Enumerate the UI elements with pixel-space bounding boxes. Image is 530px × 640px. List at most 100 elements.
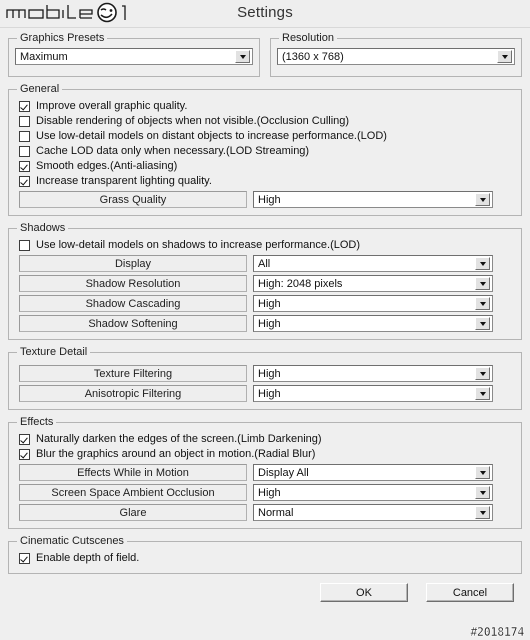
setting-value-dropdown[interactable]: High [253, 365, 493, 382]
resolution-dropdown[interactable]: (1360 x 768) [277, 48, 515, 65]
setting-value: High [258, 193, 281, 206]
chevron-down-icon[interactable] [475, 367, 490, 380]
setting-row: Grass Quality High [19, 191, 515, 208]
checkbox-row[interactable]: Blur the graphics around an object in mo… [19, 447, 515, 461]
checkbox-checked-icon[interactable] [19, 433, 30, 445]
checkbox-checked-icon[interactable] [19, 552, 30, 564]
chevron-down-icon[interactable] [497, 50, 512, 63]
setting-value-dropdown[interactable]: High [253, 484, 493, 501]
setting-value-dropdown[interactable]: All [253, 255, 493, 272]
group-label-effects: Effects [20, 416, 54, 428]
group-label-shadows: Shadows [20, 222, 66, 234]
setting-value: High [258, 486, 281, 499]
checkbox-label: Blur the graphics around an object in mo… [36, 448, 316, 460]
checkbox-unchecked-icon[interactable] [19, 239, 30, 251]
settings-dialog: Graphics Presets Maximum Resolution (136… [0, 32, 530, 602]
cancel-button[interactable]: Cancel [426, 583, 514, 602]
chevron-down-icon[interactable] [235, 50, 250, 63]
setting-row: Glare Normal [19, 504, 515, 521]
checkbox-label: Disable rendering of objects when not vi… [36, 115, 350, 127]
checkbox-label: Cache LOD data only when necessary.(LOD … [36, 145, 310, 157]
dialog-button-bar: OK Cancel [8, 583, 514, 602]
setting-value: High: 2048 pixels [258, 277, 343, 290]
checkbox-row[interactable]: Disable rendering of objects when not vi… [19, 114, 515, 128]
setting-value-dropdown[interactable]: Normal [253, 504, 493, 521]
setting-name-field: Shadow Cascading [19, 295, 247, 312]
setting-name-field: Screen Space Ambient Occlusion [19, 484, 247, 501]
checkbox-label: Use low-detail models on distant objects… [36, 130, 387, 142]
group-label-cinematic-cutscenes: Cinematic Cutscenes [20, 535, 124, 547]
checkbox-label: Naturally darken the edges of the screen… [36, 433, 322, 445]
setting-value: Normal [258, 506, 294, 519]
setting-value-dropdown[interactable]: High [253, 385, 493, 402]
setting-value: High [258, 387, 281, 400]
effects-checkbox-list: Naturally darken the edges of the screen… [15, 432, 515, 461]
setting-name-field: Display [19, 255, 247, 272]
chevron-down-icon[interactable] [475, 387, 490, 400]
checkbox-row[interactable]: Increase transparent lighting quality. [19, 174, 515, 188]
setting-value-dropdown[interactable]: High [253, 191, 493, 208]
effects-row-list: Effects While in Motion Display All Screen… [15, 464, 515, 521]
checkbox-label: Improve overall graphic quality. [36, 100, 188, 112]
setting-name-field: Texture Filtering [19, 365, 247, 382]
checkbox-row[interactable]: Smooth edges.(Anti-aliasing) [19, 159, 515, 173]
group-resolution: Resolution (1360 x 768) [270, 32, 522, 77]
setting-name-field: Shadow Softening [19, 315, 247, 332]
checkbox-checked-icon[interactable] [19, 100, 30, 112]
setting-value: All [258, 257, 271, 270]
chevron-down-icon[interactable] [475, 317, 490, 330]
checkbox-unchecked-icon[interactable] [19, 130, 30, 142]
texture-detail-row-list: Texture Filtering High Anisotropic Filteri… [15, 365, 515, 402]
group-general: General Improve overall graphic quality.… [8, 83, 522, 216]
checkbox-checked-icon[interactable] [19, 160, 30, 172]
checkbox-label: Use low-detail models on shadows to incr… [36, 239, 361, 251]
chevron-down-icon[interactable] [475, 506, 490, 519]
setting-value-dropdown[interactable]: Display All [253, 464, 493, 481]
chevron-down-icon[interactable] [475, 257, 490, 270]
setting-row: Screen Space Ambient Occlusion High [19, 484, 515, 501]
graphics-presets-dropdown[interactable]: Maximum [15, 48, 253, 65]
chevron-down-icon[interactable] [475, 277, 490, 290]
chevron-down-icon[interactable] [475, 297, 490, 310]
checkbox-label: Increase transparent lighting quality. [36, 175, 212, 187]
checkbox-row[interactable]: Use low-detail models on shadows to incr… [19, 238, 515, 252]
setting-row: Display All [19, 255, 515, 272]
checkbox-row[interactable]: Improve overall graphic quality. [19, 99, 515, 113]
general-checkbox-list: Improve overall graphic quality. Disable … [15, 99, 515, 188]
checkbox-unchecked-icon[interactable] [19, 145, 30, 157]
setting-value-dropdown[interactable]: High [253, 315, 493, 332]
cinematic-checkbox-list: Enable depth of field. [15, 551, 515, 565]
setting-row: Shadow Cascading High [19, 295, 515, 312]
setting-value: Display All [258, 466, 309, 479]
setting-value-dropdown[interactable]: High: 2048 pixels [253, 275, 493, 292]
ok-button[interactable]: OK [320, 583, 408, 602]
checkbox-row[interactable]: Cache LOD data only when necessary.(LOD … [19, 144, 515, 158]
group-shadows: Shadows Use low-detail models on shadows… [8, 222, 522, 340]
group-label-resolution: Resolution [282, 32, 334, 44]
setting-value: High [258, 317, 281, 330]
setting-value: High [258, 367, 281, 380]
checkbox-checked-icon[interactable] [19, 175, 30, 187]
group-label-general: General [20, 83, 60, 95]
setting-name-field: Effects While in Motion [19, 464, 247, 481]
checkbox-row[interactable]: Use low-detail models on distant objects… [19, 129, 515, 143]
chevron-down-icon[interactable] [475, 466, 490, 479]
resolution-value: (1360 x 768) [282, 50, 344, 63]
checkbox-row[interactable]: Naturally darken the edges of the screen… [19, 432, 515, 446]
graphics-presets-value: Maximum [20, 50, 68, 63]
setting-value-dropdown[interactable]: High [253, 295, 493, 312]
top-settings-row: Graphics Presets Maximum Resolution (136… [8, 32, 522, 83]
setting-row: Shadow Resolution High: 2048 pixels [19, 275, 515, 292]
setting-value: High [258, 297, 281, 310]
general-row-list: Grass Quality High [15, 191, 515, 208]
chevron-down-icon[interactable] [475, 193, 490, 206]
checkbox-label: Enable depth of field. [36, 552, 140, 564]
checkbox-row[interactable]: Enable depth of field. [19, 551, 515, 565]
chevron-down-icon[interactable] [475, 486, 490, 499]
setting-row: Texture Filtering High [19, 365, 515, 382]
setting-name-field: Shadow Resolution [19, 275, 247, 292]
setting-name-field: Anisotropic Filtering [19, 385, 247, 402]
checkbox-unchecked-icon[interactable] [19, 115, 30, 127]
checkbox-label: Smooth edges.(Anti-aliasing) [36, 160, 178, 172]
checkbox-checked-icon[interactable] [19, 448, 30, 460]
